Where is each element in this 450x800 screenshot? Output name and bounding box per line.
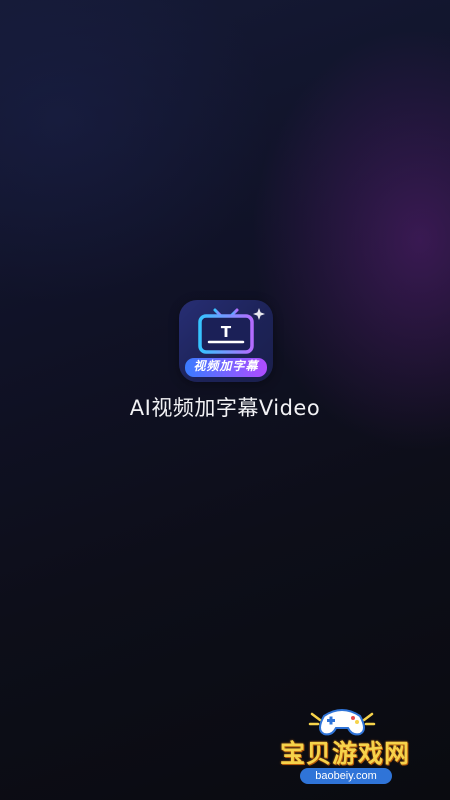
watermark-text: 宝贝游戏网 bbox=[279, 739, 410, 768]
app-icon: T 视频加字幕 bbox=[179, 300, 273, 382]
watermark: 宝贝游戏网 baobeiy.com bbox=[270, 700, 430, 790]
tv-glyph: T bbox=[221, 323, 232, 341]
watermark-url: baobeiy.com bbox=[300, 768, 392, 784]
app-title: AI视频加字幕Video bbox=[129, 396, 321, 420]
splash-screen: T 视频加字幕 AI视频加字幕Video 宝贝游戏网 baobeiy.com bbox=[0, 0, 450, 800]
gamepad-mascot-icon bbox=[308, 709, 376, 736]
app-icon-label: 视频加字幕 bbox=[193, 359, 259, 373]
